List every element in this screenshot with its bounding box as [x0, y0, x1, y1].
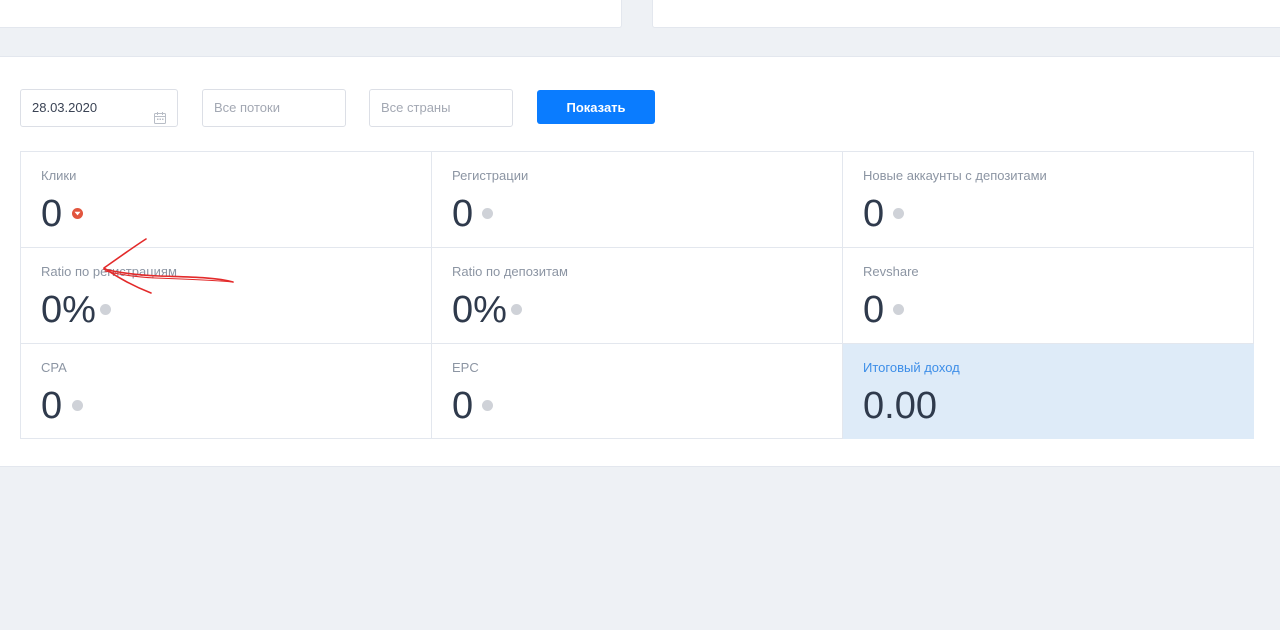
- calendar-icon[interactable]: [154, 102, 166, 124]
- stat-card-clicks: Клики 0: [21, 152, 432, 248]
- stat-card-total-income: Итоговый доход 0.00: [843, 344, 1254, 439]
- top-card-left: [0, 0, 622, 28]
- neutral-dot-icon: [511, 304, 522, 315]
- stat-value: 0: [863, 193, 885, 235]
- stat-value: 0: [452, 385, 474, 427]
- stat-label: EPC: [452, 360, 479, 375]
- stat-value: 0: [452, 193, 474, 235]
- neutral-dot-icon: [100, 304, 111, 315]
- stats-grid: Клики 0 Регистрации 0 Новые аккаунты с д…: [20, 151, 1254, 439]
- stat-card-revshare: Revshare 0: [843, 248, 1254, 344]
- stat-value: 0: [41, 385, 63, 427]
- stats-panel: Показать Клики 0 Регистрации 0 Новые акк…: [0, 56, 1280, 467]
- stat-card-epc: EPC 0: [432, 344, 843, 439]
- countries-input[interactable]: [381, 90, 512, 125]
- stat-card-registrations: Регистрации 0: [432, 152, 843, 248]
- stat-card-ratio-deposits: Ratio по депозитам 0%: [432, 248, 843, 344]
- top-card-right: [652, 0, 1280, 28]
- countries-select[interactable]: [369, 89, 513, 127]
- neutral-dot-icon: [893, 208, 904, 219]
- stat-value: 0: [41, 193, 63, 235]
- stat-card-new-deposit-accounts: Новые аккаунты с депозитами 0: [843, 152, 1254, 248]
- stat-value: 0.00: [863, 385, 937, 427]
- stat-label: Ratio по регистрациям: [41, 264, 177, 279]
- stat-label: Клики: [41, 168, 77, 183]
- neutral-dot-icon: [482, 400, 493, 411]
- stat-label: CPA: [41, 360, 67, 375]
- neutral-dot-icon: [893, 304, 904, 315]
- streams-select[interactable]: [202, 89, 346, 127]
- stat-value: 0%: [41, 289, 96, 331]
- caret-down-icon: [72, 208, 83, 219]
- stat-label: Ratio по депозитам: [452, 264, 568, 279]
- streams-input[interactable]: [214, 90, 345, 125]
- show-button[interactable]: Показать: [537, 90, 655, 124]
- date-input[interactable]: [32, 90, 152, 125]
- stat-label: Итоговый доход: [863, 360, 960, 375]
- stat-card-ratio-registrations: Ratio по регистрациям 0%: [21, 248, 432, 344]
- stat-value: 0%: [452, 289, 507, 331]
- stat-label: Регистрации: [452, 168, 529, 183]
- neutral-dot-icon: [72, 400, 83, 411]
- neutral-dot-icon: [482, 208, 493, 219]
- stat-label: Новые аккаунты с депозитами: [863, 168, 1047, 183]
- stat-value: 0: [863, 289, 885, 331]
- stat-card-cpa: CPA 0: [21, 344, 432, 439]
- date-field[interactable]: [20, 89, 178, 127]
- stat-label: Revshare: [863, 264, 919, 279]
